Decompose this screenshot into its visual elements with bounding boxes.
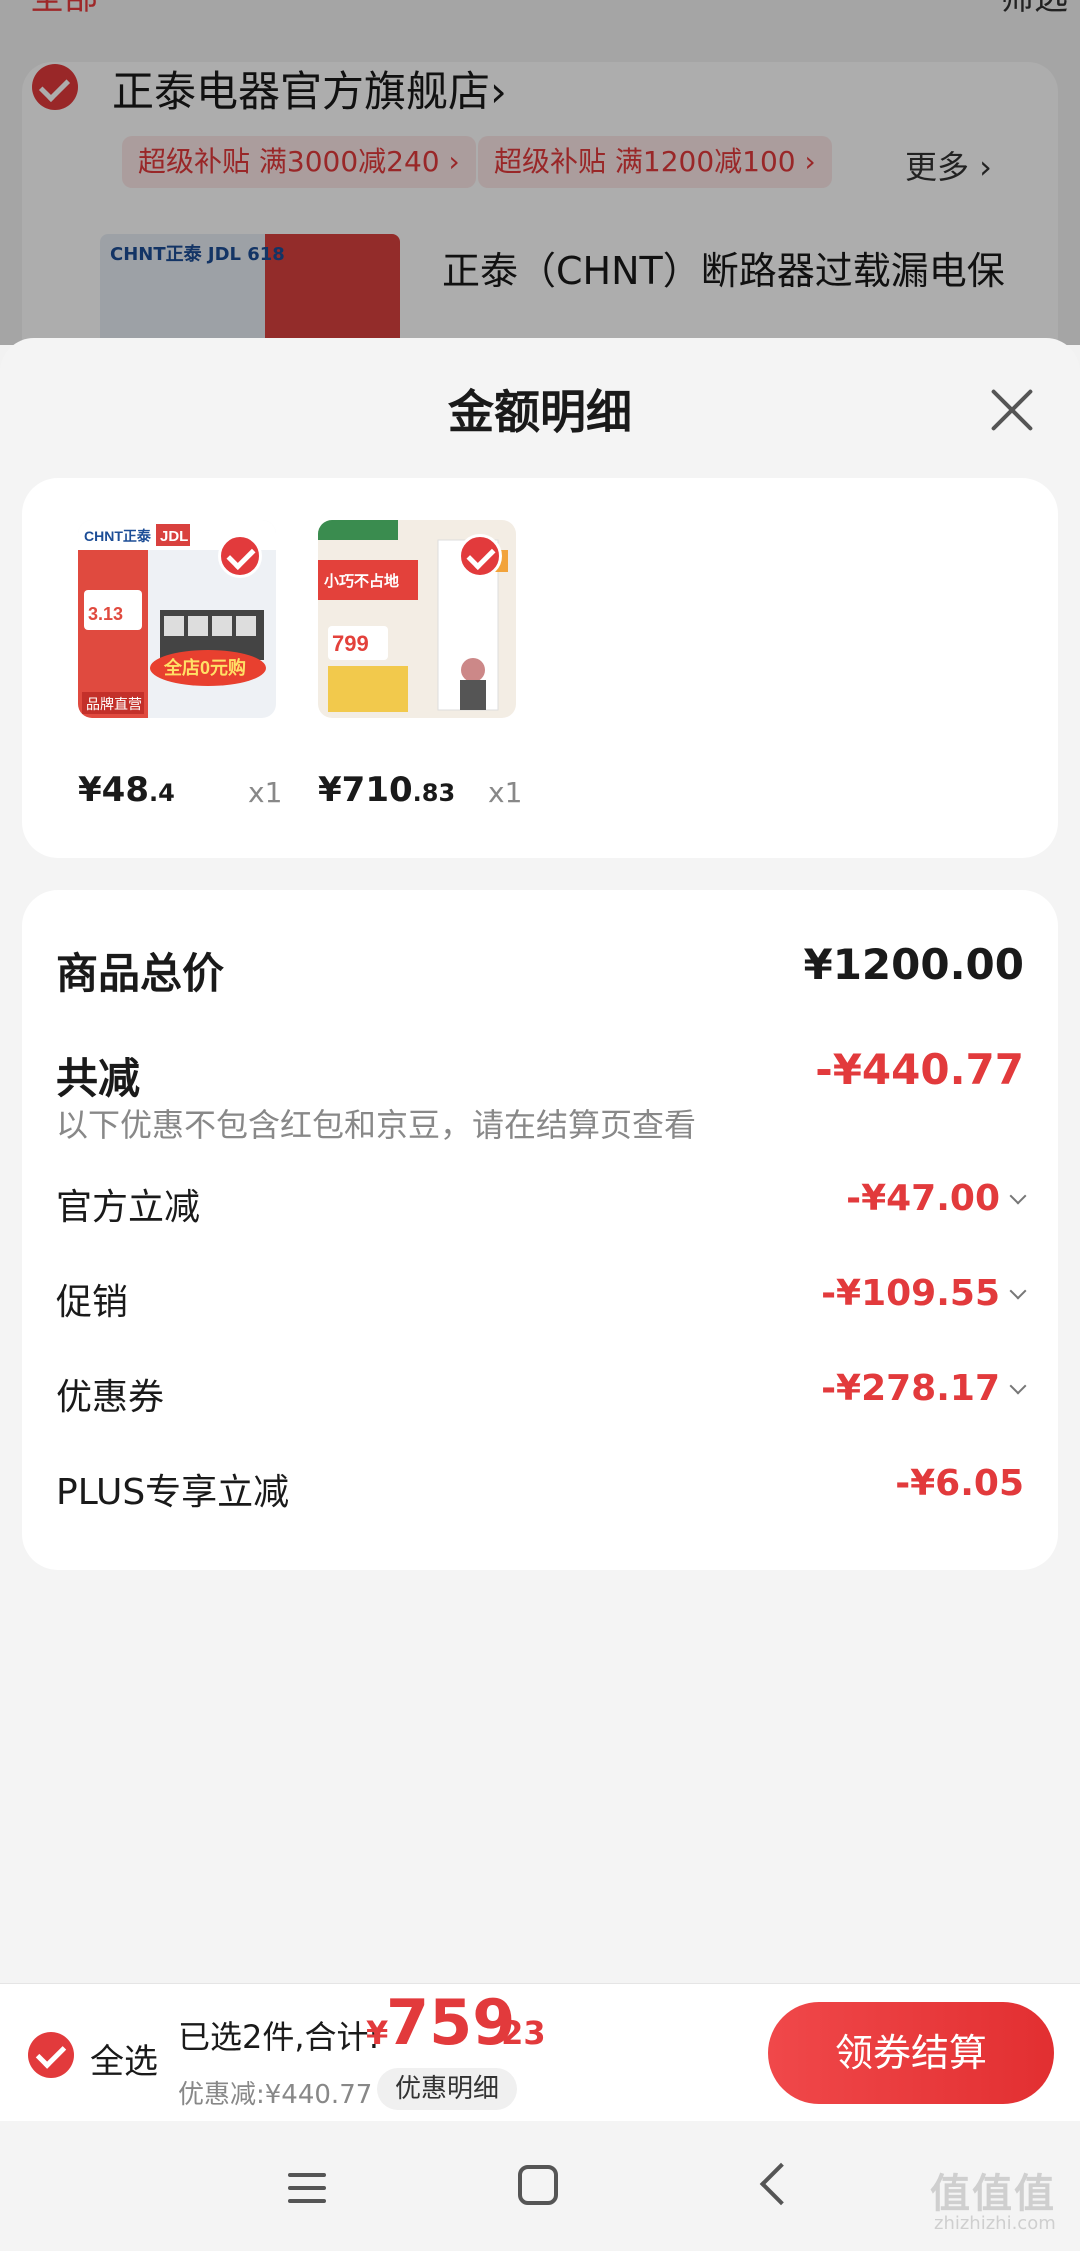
svg-text:3.13: 3.13 xyxy=(88,604,123,624)
product-quantity: x1 xyxy=(248,776,283,809)
product-price: ¥48.4 xyxy=(78,770,175,810)
svg-text:小巧不占地: 小巧不占地 xyxy=(324,572,399,590)
total-reduce-value: -¥440.77 xyxy=(815,1045,1024,1094)
svg-text:JDL: JDL xyxy=(160,528,188,545)
total-amount-decimal: .23 xyxy=(489,2014,546,2052)
total-price-value: ¥1200.00 xyxy=(803,940,1024,989)
background-cart-page: 全部 筛选 正泰电器官方旗舰店› 超级补贴 满3000减240 › 超级补贴 满… xyxy=(0,0,1080,345)
breakdown-value-wrap: -¥109.55 xyxy=(821,1273,1027,1314)
discount-detail-button[interactable]: 优惠明细 xyxy=(377,2068,518,2110)
breakdown-label: 官方立减 xyxy=(56,1187,201,1228)
svg-text:799: 799 xyxy=(332,631,369,656)
saved-amount: 优惠减:¥440.77 xyxy=(178,2080,373,2110)
svg-text:品牌直营: 品牌直营 xyxy=(86,696,142,712)
select-all-check-icon[interactable] xyxy=(28,2032,74,2078)
breakdown-value: -¥47.00 xyxy=(846,1178,1000,1219)
product-price: ¥710.83 xyxy=(318,770,455,810)
sheet-title: 金额明细 xyxy=(448,385,632,439)
watermark-logo: 值值值 xyxy=(930,2171,1056,2217)
chevron-down-icon[interactable] xyxy=(1009,1282,1027,1300)
breakdown-value: -¥6.05 xyxy=(895,1463,1024,1504)
price-integer: ¥48 xyxy=(78,770,149,810)
checkout-button[interactable]: 领券结算 xyxy=(768,2002,1054,2104)
svg-text:CHNT正泰: CHNT正泰 xyxy=(84,528,152,544)
select-all-label[interactable]: 全选 xyxy=(90,2034,158,2083)
selected-count-text: 已选2件,合计: xyxy=(178,2018,380,2056)
breakdown-label: PLUS专享立减 xyxy=(56,1472,290,1513)
total-reduce-label: 共减 xyxy=(56,1054,141,1103)
breakdown-value-wrap: -¥47.00 xyxy=(846,1178,1027,1219)
check-icon[interactable] xyxy=(458,534,502,578)
product-quantity: x1 xyxy=(488,776,523,809)
breakdown-label: 促销 xyxy=(56,1282,129,1323)
breakdown-value-wrap: -¥278.17 xyxy=(821,1368,1027,1409)
svg-text:全店0元购: 全店0元购 xyxy=(163,657,246,678)
checkout-bar: 全选 已选2件,合计: ¥ 759 .23 优惠减:¥440.77 优惠明细 领… xyxy=(0,1983,1080,2121)
discount-note: 以下优惠不包含红包和京豆，请在结算页查看 xyxy=(56,1106,697,1144)
price-integer: ¥710 xyxy=(318,770,413,810)
back-icon[interactable] xyxy=(759,2162,803,2206)
menu-icon[interactable] xyxy=(288,2173,326,2203)
total-currency: ¥ xyxy=(366,2014,389,2052)
breakdown-value: -¥278.17 xyxy=(821,1368,1000,1409)
home-icon[interactable] xyxy=(518,2165,558,2205)
watermark-url: zhizhizhi.com xyxy=(934,2213,1056,2234)
products-card: CHNT正泰 JDL 3.13 全店0元购 品牌直营 ¥48.4 x1 小巧不占… xyxy=(22,478,1058,858)
system-nav-bar: 值值值 zhizhizhi.com xyxy=(0,2121,1080,2251)
close-icon[interactable] xyxy=(980,378,1044,442)
total-price-label: 商品总价 xyxy=(56,949,225,998)
amount-detail-sheet: 金额明细 CHNT正泰 JDL 3.13 全店0元购 品牌直营 ¥48.4 x1… xyxy=(0,338,1080,2251)
price-decimal: .4 xyxy=(148,779,175,807)
chevron-down-icon[interactable] xyxy=(1009,1187,1027,1205)
price-detail-card: 商品总价 ¥1200.00 共减 -¥440.77 以下优惠不包含红包和京豆，请… xyxy=(22,890,1058,1570)
chevron-down-icon[interactable] xyxy=(1009,1377,1027,1395)
modal-overlay[interactable] xyxy=(0,0,1080,345)
check-icon[interactable] xyxy=(218,534,262,578)
price-decimal: .83 xyxy=(412,779,456,807)
breakdown-value: -¥109.55 xyxy=(821,1273,1000,1314)
breakdown-label: 优惠券 xyxy=(56,1377,165,1418)
